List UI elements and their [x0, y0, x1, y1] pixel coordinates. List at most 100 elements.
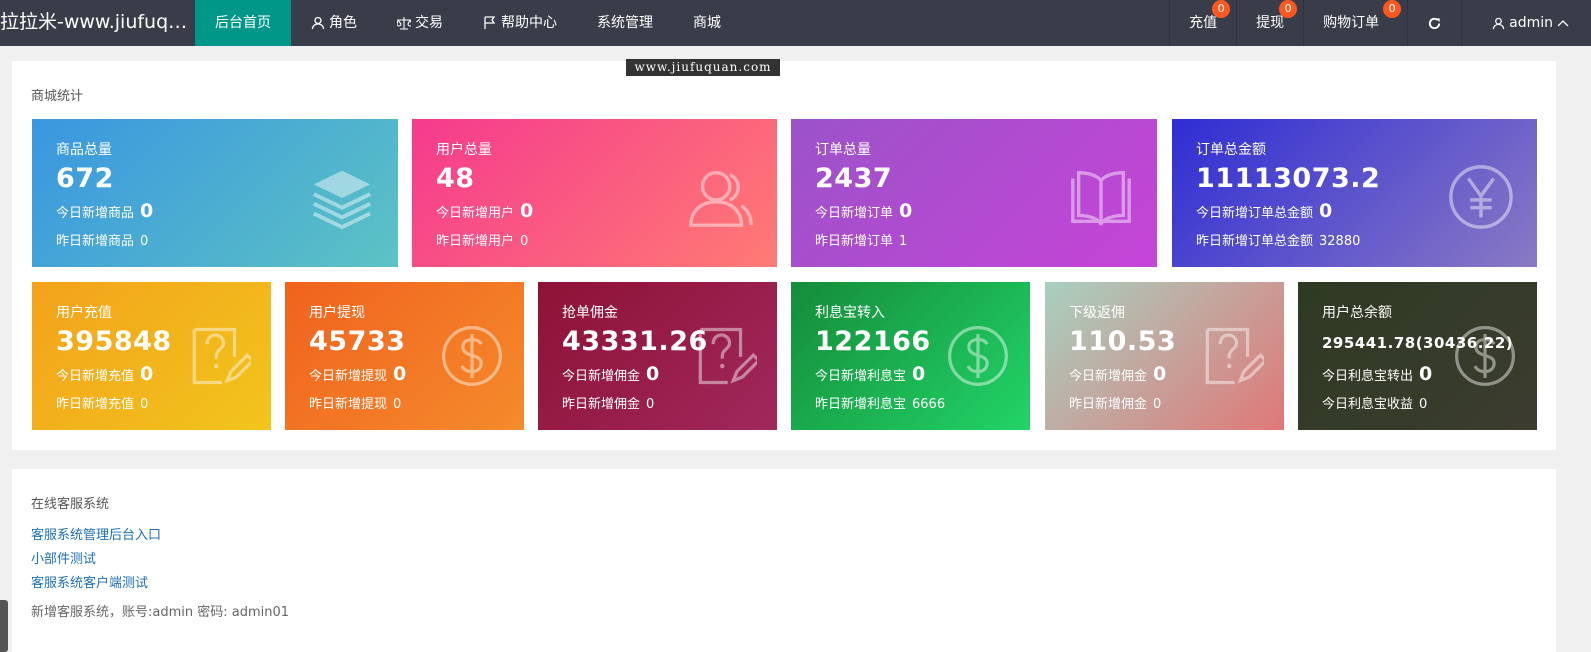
- stat-card-title: 抢单佣金: [562, 305, 618, 321]
- today-label: 今日新增订单总金额: [1196, 206, 1314, 221]
- stat-card-yesterday: 昨日新增利息宝 6666: [815, 393, 945, 412]
- stat-card: 用户总余额 295441.78(30436.22) 今日利息宝转出 0 今日利息宝收益 0: [1298, 282, 1537, 430]
- stat-card-yesterday: 昨日新增订单总金额 32880: [1196, 230, 1360, 249]
- nav-item-trade[interactable]: 交易: [377, 0, 463, 46]
- today-label: 今日新增佣金: [562, 369, 641, 384]
- brand-title[interactable]: 拉拉米-www.jiufuqua...: [0, 0, 195, 46]
- stat-card-value: 43331.26: [562, 326, 708, 357]
- dollar-icon: [948, 326, 1008, 386]
- today-label: 今日新增利息宝: [815, 369, 907, 384]
- stat-card-today: 今日新增佣金 0: [562, 363, 659, 385]
- stat-card-yesterday: 昨日新增订单 1: [815, 230, 907, 249]
- stat-card-yesterday: 昨日新增佣金 0: [1069, 393, 1161, 412]
- today-label: 今日利息宝转出: [1322, 369, 1414, 384]
- layers-icon: [312, 170, 372, 230]
- stat-card-value: 395848: [56, 326, 172, 357]
- yesterday-label: 昨日新增用户: [436, 234, 515, 249]
- today-label: 今日新增订单: [815, 206, 894, 221]
- orders-badge: 0: [1383, 0, 1402, 18]
- stat-card: 抢单佣金 43331.26 今日新增佣金 0 昨日新增佣金 0: [538, 282, 777, 430]
- recharge-button[interactable]: 充值 0: [1169, 0, 1236, 46]
- user-icon: [1492, 17, 1505, 29]
- stat-card-today: 今日新增佣金 0: [1069, 363, 1166, 385]
- orders-label: 购物订单: [1323, 15, 1380, 31]
- user-icon: [311, 16, 325, 30]
- nav-item-label: 系统管理: [597, 15, 653, 31]
- user-menu[interactable]: admin: [1461, 0, 1591, 46]
- nav-item-label: 商城: [693, 15, 721, 31]
- yesterday-label: 昨日新增提现: [309, 397, 388, 412]
- yesterday-value: 0: [393, 397, 402, 412]
- yen-icon: [1449, 165, 1513, 229]
- today-value: 0: [520, 200, 534, 222]
- link-admin-entry[interactable]: 客服系统管理后台入口: [31, 524, 161, 548]
- service-panel: 在线客服系统 客服系统管理后台入口 小部件测试 客服系统客户端测试 新增客服系统…: [12, 469, 1556, 652]
- yesterday-label: 昨日新增充值: [56, 397, 135, 412]
- today-value: 0: [646, 363, 660, 385]
- chevron-up-icon: [1557, 20, 1569, 27]
- stat-card: 订单总金额 11113073.2 今日新增订单总金额 0 昨日新增订单总金额 32880: [1172, 119, 1537, 267]
- flag-icon: [484, 16, 496, 29]
- stat-card-today: 今日新增提现 0: [309, 363, 406, 385]
- stats-panel: 商城统计 商品总量 672 今日新增商品 0 昨日新增商品 0 用户总量 48 今日新增用户 0 昨…: [12, 61, 1556, 450]
- nav-item-label: 帮助中心: [501, 15, 557, 31]
- stat-card: 下级返佣 110.53 今日新增佣金 0 昨日新增佣金 0: [1045, 282, 1284, 430]
- today-label: 今日新增用户: [436, 206, 515, 221]
- right-nav: 充值 0 提现 0 购物订单 0 admin: [1169, 0, 1591, 46]
- withdraw-badge: 0: [1279, 0, 1298, 18]
- withdraw-button[interactable]: 提现 0: [1236, 0, 1303, 46]
- yesterday-value: 0: [1419, 397, 1428, 412]
- nav-item-help[interactable]: 帮助中心: [463, 0, 577, 46]
- yesterday-value: 6666: [912, 397, 946, 412]
- users-icon: [689, 171, 753, 227]
- stat-card-title: 下级返佣: [1069, 305, 1125, 321]
- today-value: 0: [140, 200, 154, 222]
- stat-card-title: 订单总金额: [1196, 142, 1266, 158]
- yesterday-label: 昨日新增订单总金额: [1196, 234, 1314, 249]
- nav-item-roles[interactable]: 角色: [291, 0, 377, 46]
- stat-card: 用户充值 395848 今日新增充值 0 昨日新增充值 0: [32, 282, 271, 430]
- today-value: 0: [912, 363, 926, 385]
- question-edit-icon: [192, 327, 251, 385]
- today-value: 0: [393, 363, 407, 385]
- stat-card: 用户总量 48 今日新增用户 0 昨日新增用户 0: [412, 119, 777, 267]
- refresh-button[interactable]: [1407, 0, 1461, 46]
- link-client-test[interactable]: 客服系统客户端测试: [31, 572, 161, 596]
- stat-card-yesterday: 昨日新增提现 0: [309, 393, 401, 412]
- watermark: www.jiufuquan.com: [626, 59, 780, 76]
- today-value: 0: [1319, 200, 1333, 222]
- side-scroll-handle[interactable]: [0, 600, 8, 652]
- stat-card-yesterday: 昨日新增用户 0: [436, 230, 528, 249]
- today-label: 今日新增佣金: [1069, 369, 1148, 384]
- stat-card-today: 今日新增用户 0: [436, 200, 533, 222]
- stat-card-title: 用户总量: [436, 142, 492, 158]
- dollar-icon: [1455, 326, 1515, 386]
- nav-item-system[interactable]: 系统管理: [577, 0, 673, 46]
- today-value: 0: [140, 363, 154, 385]
- nav-item-label: 交易: [415, 15, 443, 31]
- recharge-badge: 0: [1212, 0, 1231, 18]
- service-title: 在线客服系统: [31, 497, 110, 512]
- orders-button[interactable]: 购物订单 0: [1303, 0, 1407, 46]
- stat-card-today: 今日新增订单 0: [815, 200, 912, 222]
- stat-card-title: 用户充值: [56, 305, 112, 321]
- yesterday-value: 0: [140, 234, 149, 249]
- stat-card-title: 商品总量: [56, 142, 112, 158]
- yesterday-value: 0: [520, 234, 529, 249]
- today-label: 今日新增提现: [309, 369, 388, 384]
- yesterday-value: 32880: [1319, 234, 1361, 249]
- stat-card: 用户提现 45733 今日新增提现 0 昨日新增提现 0: [285, 282, 524, 430]
- link-widget-test[interactable]: 小部件测试: [31, 548, 161, 572]
- nav-item-mall[interactable]: 商城: [673, 0, 741, 46]
- stat-card: 利息宝转入 122166 今日新增利息宝 0 昨日新增利息宝 6666: [791, 282, 1030, 430]
- stat-card-yesterday: 昨日新增商品 0: [56, 230, 148, 249]
- nav-item-home[interactable]: 后台首页: [195, 0, 291, 46]
- stat-card-today: 今日新增订单总金额 0: [1196, 200, 1332, 222]
- question-edit-icon: [1205, 327, 1264, 385]
- user-name: admin: [1509, 15, 1553, 31]
- stat-card-value: 122166: [815, 326, 931, 357]
- stat-card: 商品总量 672 今日新增商品 0 昨日新增商品 0: [32, 119, 398, 267]
- service-note: 新增客服系统，账号:admin 密码: admin01: [31, 605, 290, 620]
- stat-card-title: 用户提现: [309, 305, 365, 321]
- stat-card-yesterday: 昨日新增佣金 0: [562, 393, 654, 412]
